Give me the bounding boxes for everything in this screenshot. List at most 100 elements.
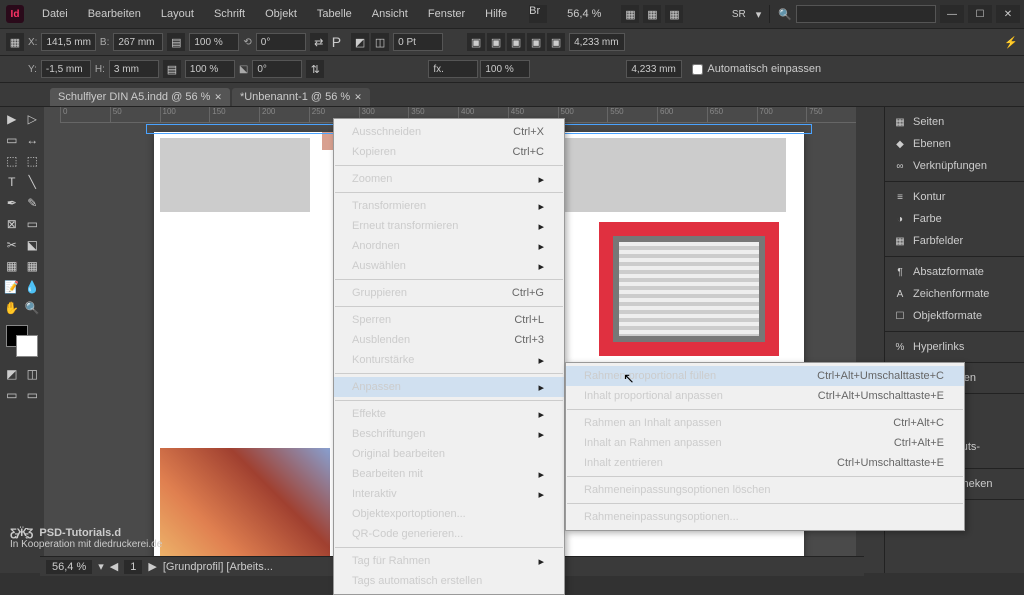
content-placer-tool[interactable]: ⬚: [23, 151, 43, 171]
viewmode-icon-2[interactable]: ▦: [643, 5, 661, 23]
eyedropper-tool[interactable]: 💧: [23, 277, 43, 297]
context-menu-item[interactable]: Tags automatisch erstellen: [334, 571, 564, 591]
gradient-feather-tool[interactable]: ▦: [23, 256, 43, 276]
minimize-button[interactable]: —: [940, 5, 964, 23]
menu-help[interactable]: Hilfe: [475, 2, 517, 26]
panel-verknuepfungen[interactable]: ∞Verknüpfungen: [885, 155, 1024, 177]
color-swatch[interactable]: [2, 325, 42, 359]
context-menu-item[interactable]: Konturstärke▸: [334, 350, 564, 370]
gradient-swatch-tool[interactable]: ▦: [2, 256, 22, 276]
image-frame[interactable]: [546, 138, 786, 212]
viewmode-icon[interactable]: ▦: [621, 5, 639, 23]
status-page[interactable]: 1: [124, 560, 142, 574]
x-field[interactable]: 141,5 mm: [41, 33, 95, 51]
stroke-icon[interactable]: ◫: [371, 33, 389, 51]
panel-objektformate[interactable]: ☐Objektformate: [885, 305, 1024, 327]
prev-page-icon[interactable]: ◀: [110, 560, 118, 573]
menu-view[interactable]: Ansicht: [362, 2, 418, 26]
document-tab[interactable]: Schulflyer DIN A5.indd @ 56 %✕: [50, 88, 230, 106]
auto-fit-check-input[interactable]: [692, 64, 703, 75]
page-tool[interactable]: ▭: [2, 130, 22, 150]
rectangle-frame-tool[interactable]: ⊠: [2, 214, 22, 234]
context-menu-item[interactable]: Bearbeiten mit▸: [334, 464, 564, 484]
context-menu-item[interactable]: Tag für Rahmen▸: [334, 551, 564, 571]
viewmode-icon-3[interactable]: ▦: [665, 5, 683, 23]
menu-layout[interactable]: Layout: [151, 2, 204, 26]
menu-table[interactable]: Tabelle: [307, 2, 362, 26]
menu-window[interactable]: Fenster: [418, 2, 475, 26]
context-submenu-anpassen[interactable]: Rahmen proportional füllenCtrl+Alt+Umsch…: [565, 362, 965, 531]
context-menu-item[interactable]: Inhalt zentrierenCtrl+Umschalttaste+E: [566, 453, 964, 473]
refpoint-icon[interactable]: ▦: [6, 33, 24, 51]
image-frame-kids[interactable]: [160, 448, 330, 573]
context-menu-item[interactable]: GruppierenCtrl+G: [334, 283, 564, 303]
stroke-weight-field[interactable]: 0 Pt: [393, 33, 443, 51]
screen-mode-icon[interactable]: ▭: [23, 385, 43, 405]
next-page-icon[interactable]: ▶: [148, 560, 156, 573]
zoom-display[interactable]: 56,4 %: [567, 8, 601, 20]
context-menu-item[interactable]: Rahmen an Inhalt anpassenCtrl+Alt+C: [566, 413, 964, 433]
bridge-icon[interactable]: Br: [529, 5, 547, 23]
image-frame-window[interactable]: [599, 222, 779, 356]
direct-selection-tool[interactable]: ▷: [23, 109, 43, 129]
panel-farbfelder[interactable]: ▦Farbfelder: [885, 230, 1024, 252]
context-menu-item[interactable]: Anordnen▸: [334, 236, 564, 256]
gap-tool[interactable]: ↔: [23, 130, 43, 150]
hand-tool[interactable]: ✋: [2, 298, 22, 318]
context-menu-item[interactable]: Rahmeneinpassungsoptionen löschen: [566, 480, 964, 500]
context-menu-item[interactable]: KopierenCtrl+C: [334, 142, 564, 162]
help-search-input[interactable]: [796, 5, 936, 23]
apply-color-icon[interactable]: ◩: [2, 364, 22, 384]
panel-farbe[interactable]: ◑Farbe: [885, 208, 1024, 230]
w-field[interactable]: 267 mm: [113, 33, 163, 51]
type-tool[interactable]: T: [2, 172, 22, 192]
context-menu-item[interactable]: Beschriftungen▸: [334, 424, 564, 444]
rotation-field[interactable]: 0°: [256, 33, 306, 51]
line-tool[interactable]: ╲: [23, 172, 43, 192]
fit-icon[interactable]: ▣: [527, 33, 545, 51]
panel-hyperlinks[interactable]: %Hyperlinks: [885, 336, 1024, 358]
context-menu-item[interactable]: Auswählen▸: [334, 256, 564, 276]
context-menu-item[interactable]: Interaktiv▸: [334, 484, 564, 504]
context-menu-item[interactable]: QR-Code generieren...: [334, 524, 564, 544]
context-menu[interactable]: AusschneidenCtrl+XKopierenCtrl+CZoomen▸T…: [333, 118, 565, 595]
shear-field[interactable]: 0°: [252, 60, 302, 78]
scalex-field[interactable]: 100 %: [189, 33, 239, 51]
dropdown-arrow-icon[interactable]: ▾: [756, 8, 762, 21]
fit-icon[interactable]: ▣: [467, 33, 485, 51]
panel-kontur[interactable]: ≡Kontur: [885, 186, 1024, 208]
h-field[interactable]: 3 mm: [109, 60, 159, 78]
context-menu-item[interactable]: Inhalt proportional anpassenCtrl+Alt+Ums…: [566, 386, 964, 406]
context-menu-item[interactable]: Erneut transformieren▸: [334, 216, 564, 236]
image-frame[interactable]: [160, 138, 310, 212]
workspace-label[interactable]: SR: [726, 9, 752, 20]
context-menu-item[interactable]: SperrenCtrl+L: [334, 310, 564, 330]
context-menu-item[interactable]: Effekte▸: [334, 404, 564, 424]
maximize-button[interactable]: ☐: [968, 5, 992, 23]
auto-fit-checkbox[interactable]: Automatisch einpassen: [692, 63, 821, 75]
fill-icon[interactable]: ◩: [351, 33, 369, 51]
opacity-field[interactable]: 100 %: [480, 60, 530, 78]
panel-absatzformate[interactable]: ¶Absatzformate: [885, 261, 1024, 283]
scale-icon[interactable]: ▤: [163, 60, 181, 78]
menu-file[interactable]: Datei: [32, 2, 78, 26]
close-tab-icon[interactable]: ✕: [354, 92, 362, 103]
rectangle-tool[interactable]: ▭: [23, 214, 43, 234]
view-mode-icon[interactable]: ▭: [2, 385, 22, 405]
note-tool[interactable]: 📝: [2, 277, 22, 297]
panel-ebenen[interactable]: ◆Ebenen: [885, 133, 1024, 155]
scaley-field[interactable]: 100 %: [185, 60, 235, 78]
pencil-tool[interactable]: ✎: [23, 193, 43, 213]
context-menu-item[interactable]: Rahmeneinpassungsoptionen...: [566, 507, 964, 527]
fit-icon[interactable]: ▣: [487, 33, 505, 51]
context-menu-item[interactable]: Original bearbeiten: [334, 444, 564, 464]
menu-type[interactable]: Schrift: [204, 2, 255, 26]
selection-tool[interactable]: ▶: [2, 109, 22, 129]
fit-icon[interactable]: ▣: [547, 33, 565, 51]
fx-field[interactable]: fx.: [428, 60, 478, 78]
status-zoom[interactable]: 56,4 %: [46, 560, 92, 574]
panel-seiten[interactable]: ▦Seiten: [885, 111, 1024, 133]
context-menu-item[interactable]: Anpassen▸: [334, 377, 564, 397]
corner-h-field[interactable]: 4,233 mm: [626, 60, 682, 78]
fit-icon[interactable]: ▣: [507, 33, 525, 51]
